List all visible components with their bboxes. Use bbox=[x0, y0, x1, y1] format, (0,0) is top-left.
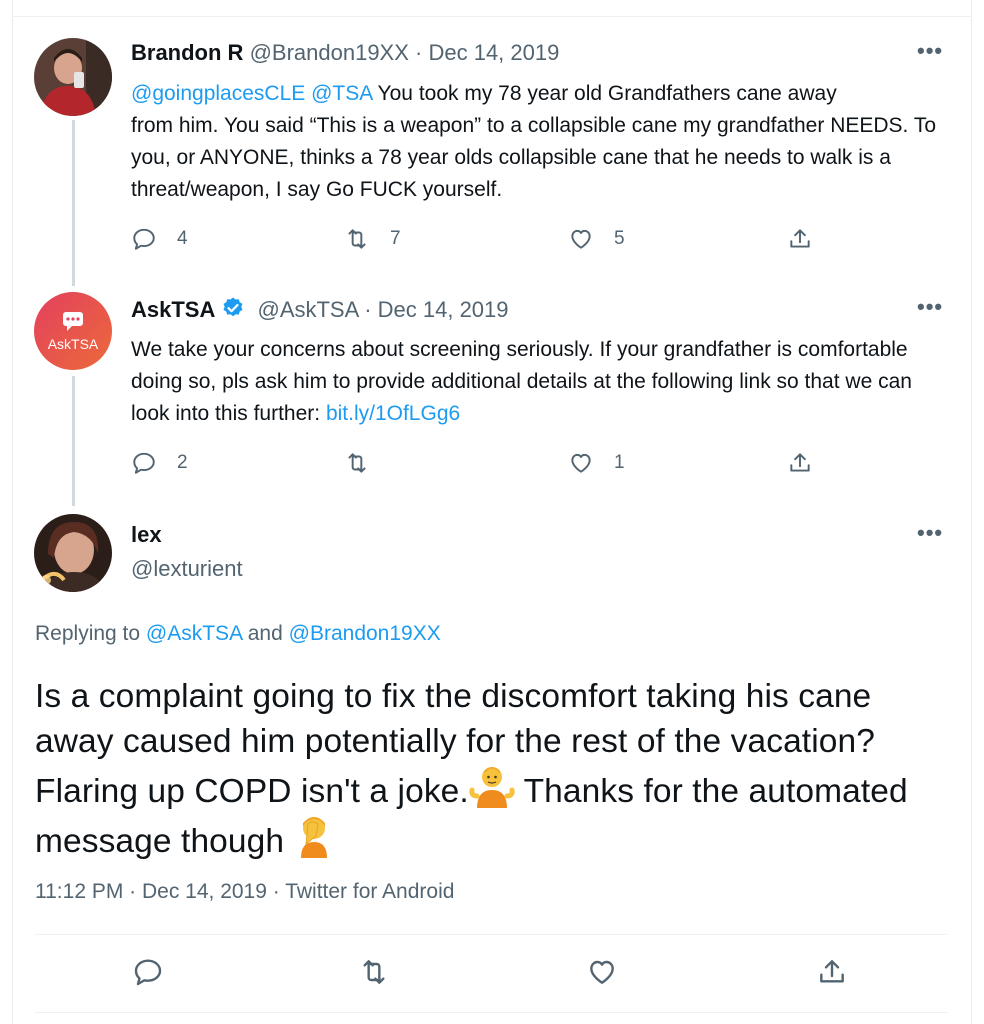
share-icon bbox=[790, 453, 810, 472]
user-handle[interactable]: @Brandon19XX bbox=[250, 40, 409, 65]
tweet-text-body: We take your concerns about screening se… bbox=[131, 338, 912, 425]
retweet-count: 7 bbox=[390, 228, 401, 249]
like-count: 1 bbox=[614, 452, 625, 473]
share-button[interactable] bbox=[787, 450, 813, 476]
retweet-button[interactable] bbox=[358, 956, 390, 993]
retweet-button[interactable] bbox=[344, 450, 390, 476]
reply-icon bbox=[134, 959, 162, 986]
tweet-text-line1: You took my 78 year old Grandfathers can… bbox=[372, 82, 837, 105]
retweet-icon bbox=[348, 229, 366, 249]
divider bbox=[35, 934, 947, 935]
like-button[interactable]: 1 bbox=[568, 450, 625, 476]
retweet-icon bbox=[363, 960, 385, 984]
replying-mention-brandon[interactable]: @Brandon19XX bbox=[289, 622, 441, 645]
replying-prefix: Replying to bbox=[35, 622, 146, 645]
tweet-text: We take your concerns about screening se… bbox=[131, 334, 921, 430]
tweet-meta[interactable]: 11:12 PM · Dec 14, 2019 · Twitter for An… bbox=[35, 880, 454, 904]
top-divider bbox=[12, 16, 972, 17]
person-shrugging-emoji bbox=[469, 767, 515, 808]
tweet-header: Brandon R @Brandon19XX · Dec 14, 2019 bbox=[131, 40, 559, 66]
tweet-text: @goingplacesCLE @TSA You took my 78 year… bbox=[131, 78, 946, 206]
more-icon[interactable]: ••• bbox=[917, 520, 943, 546]
display-name[interactable]: AskTSA bbox=[131, 297, 215, 322]
like-icon bbox=[571, 229, 591, 249]
user-handle[interactable]: @AskTSA bbox=[257, 297, 358, 322]
reply-icon bbox=[133, 452, 155, 474]
replying-and: and bbox=[241, 622, 289, 645]
tweet-actions: 4 7 5 bbox=[131, 226, 831, 256]
like-button[interactable] bbox=[586, 956, 618, 993]
tweet-date[interactable]: · Dec 14, 2019 bbox=[415, 40, 559, 65]
tweet-header: AskTSA @AskTSA · Dec 14, 2019 bbox=[131, 296, 509, 323]
tweet-actions: 2 1 bbox=[131, 450, 831, 480]
like-button[interactable]: 5 bbox=[568, 226, 625, 252]
share-icon bbox=[820, 960, 844, 983]
like-icon bbox=[571, 453, 591, 473]
reply-count: 4 bbox=[177, 228, 188, 249]
like-icon bbox=[590, 960, 614, 984]
share-icon bbox=[790, 229, 810, 248]
reply-button[interactable] bbox=[132, 956, 164, 993]
more-icon[interactable]: ••• bbox=[917, 38, 943, 64]
tweet-link[interactable]: bit.ly/1OfLGg6 bbox=[326, 402, 460, 425]
display-name[interactable]: Brandon R bbox=[131, 40, 243, 65]
main-tweet-actions bbox=[0, 956, 984, 992]
retweet-button[interactable]: 7 bbox=[344, 226, 401, 252]
retweet-icon bbox=[348, 453, 366, 473]
reply-icon bbox=[133, 228, 155, 250]
reply-count: 2 bbox=[177, 452, 188, 473]
more-icon[interactable]: ••• bbox=[917, 294, 943, 320]
main-tweet-text: Is a complaint going to fix the discomfo… bbox=[35, 674, 935, 864]
thread-connector bbox=[72, 120, 75, 286]
divider bbox=[35, 1012, 947, 1013]
reply-button[interactable]: 4 bbox=[131, 226, 188, 252]
replying-to: Replying to @AskTSA and @Brandon19XX bbox=[35, 622, 441, 646]
avatar-label: AskTSA bbox=[47, 336, 99, 352]
reply-button[interactable]: 2 bbox=[131, 450, 188, 476]
tweet-date[interactable]: · Dec 14, 2019 bbox=[364, 297, 508, 322]
thread-connector bbox=[72, 376, 75, 506]
display-name[interactable]: lex bbox=[131, 522, 162, 548]
user-handle[interactable]: @lexturient bbox=[131, 556, 243, 582]
replying-mention-asktsa[interactable]: @AskTSA bbox=[146, 622, 242, 645]
share-button[interactable] bbox=[787, 226, 813, 252]
verified-badge-icon bbox=[223, 297, 243, 317]
like-count: 5 bbox=[614, 228, 625, 249]
avatar-asktsa[interactable]: AskTSA bbox=[34, 292, 112, 370]
person-facepalming-emoji bbox=[300, 817, 327, 858]
avatar-lex[interactable] bbox=[34, 514, 112, 592]
mention-links[interactable]: @goingplacesCLE @TSA bbox=[131, 82, 372, 105]
avatar-brandon[interactable] bbox=[34, 38, 112, 116]
share-button[interactable] bbox=[816, 956, 848, 993]
tweet-text-rest: from him. You said “This is a weapon” to… bbox=[131, 114, 937, 201]
